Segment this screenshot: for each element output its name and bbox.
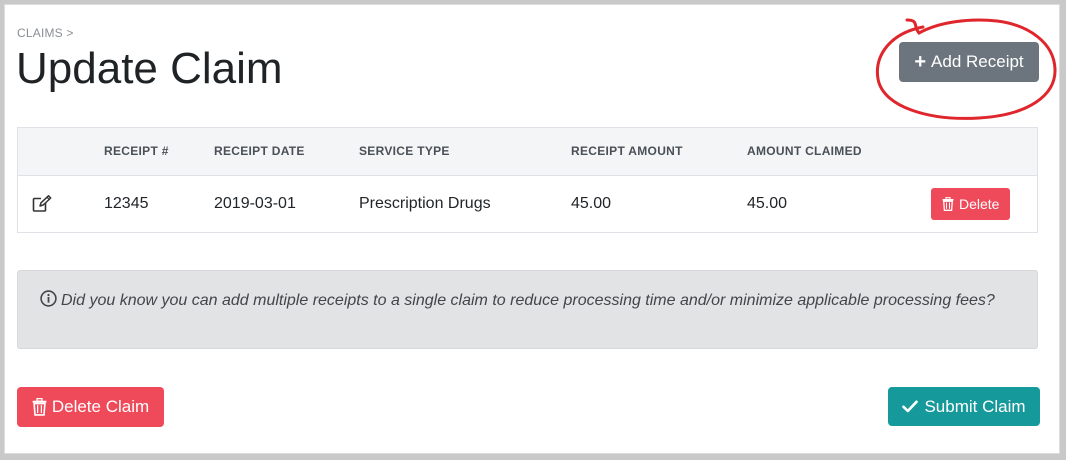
table-header-row: RECEIPT # RECEIPT DATE SERVICE TYPE RECE…	[18, 128, 1037, 176]
delete-claim-label: Delete Claim	[51, 397, 150, 416]
column-header-delete	[931, 128, 1037, 176]
edit-icon[interactable]	[32, 195, 104, 213]
delete-receipt-label: Delete	[959, 196, 1000, 213]
info-alert: Did you know you can add multiple receip…	[17, 270, 1038, 349]
breadcrumb[interactable]: CLAIMS >	[17, 26, 74, 40]
edit-cell	[18, 175, 104, 233]
receipts-table: RECEIPT # RECEIPT DATE SERVICE TYPE RECE…	[17, 127, 1038, 233]
column-header-receipt-date: RECEIPT DATE	[214, 128, 359, 176]
check-icon	[902, 400, 919, 413]
trash-icon	[942, 197, 954, 212]
receipt-amount-cell: 45.00	[571, 195, 612, 213]
column-header-amount-claimed: AMOUNT CLAIMED	[747, 128, 931, 176]
column-header-actions	[18, 128, 104, 176]
column-header-receipt-number: RECEIPT #	[104, 128, 214, 176]
delete-receipt-button[interactable]: Delete	[931, 188, 1011, 221]
page-title: Update Claim	[16, 44, 283, 93]
delete-claim-button[interactable]: Delete Claim	[17, 387, 164, 427]
info-text: Did you know you can add multiple receip…	[61, 292, 995, 309]
add-receipt-button[interactable]: + Add Receipt	[899, 42, 1039, 82]
plus-icon: +	[914, 51, 927, 73]
claim-page: CLAIMS > Update Claim + Add Receipt RECE…	[4, 4, 1060, 454]
column-header-receipt-amount: RECEIPT AMOUNT	[571, 128, 747, 176]
submit-claim-label: Submit Claim	[924, 396, 1026, 416]
receipt-date-cell: 2019-03-01	[214, 195, 296, 213]
receipt-number-cell: 12345	[104, 195, 149, 213]
delete-cell: Delete	[931, 175, 1037, 233]
service-type-cell: Prescription Drugs	[359, 195, 491, 213]
amount-claimed-cell: 45.00	[747, 195, 788, 213]
table-row: 12345 2019-03-01 Prescription Drugs 45.0…	[18, 175, 1037, 233]
trash-icon	[32, 398, 47, 416]
info-circle-icon	[40, 290, 57, 307]
column-header-service-type: SERVICE TYPE	[359, 128, 571, 176]
add-receipt-label: Add Receipt	[931, 52, 1024, 71]
submit-claim-button[interactable]: Submit Claim	[888, 387, 1040, 426]
